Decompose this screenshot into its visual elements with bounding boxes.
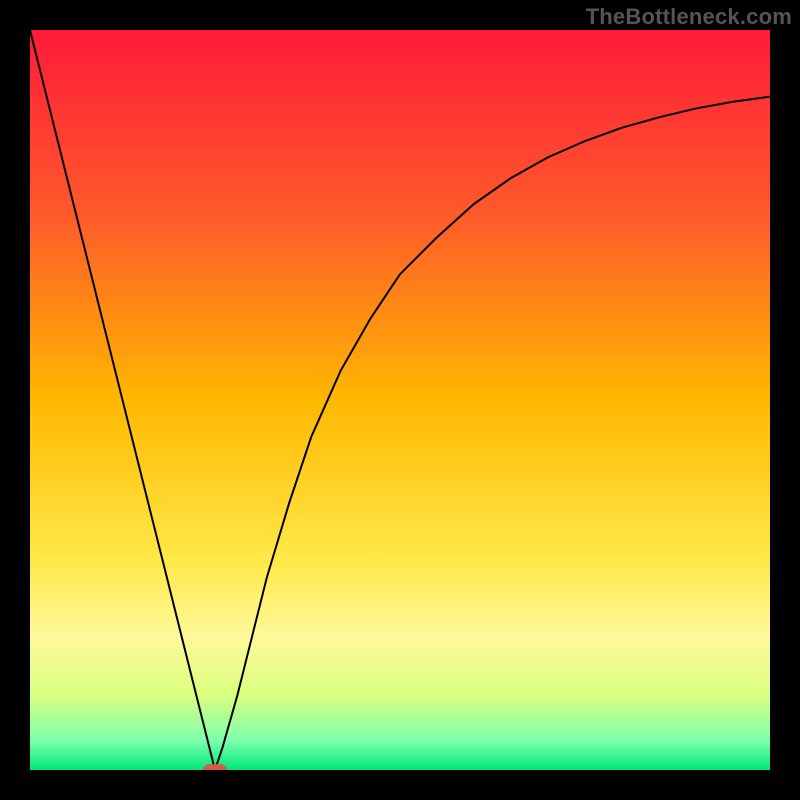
bottleneck-chart <box>30 30 770 770</box>
minimum-marker <box>203 764 227 770</box>
chart-frame: TheBottleneck.com <box>0 0 800 800</box>
watermark-text: TheBottleneck.com <box>586 4 792 30</box>
gradient-background <box>30 30 770 770</box>
